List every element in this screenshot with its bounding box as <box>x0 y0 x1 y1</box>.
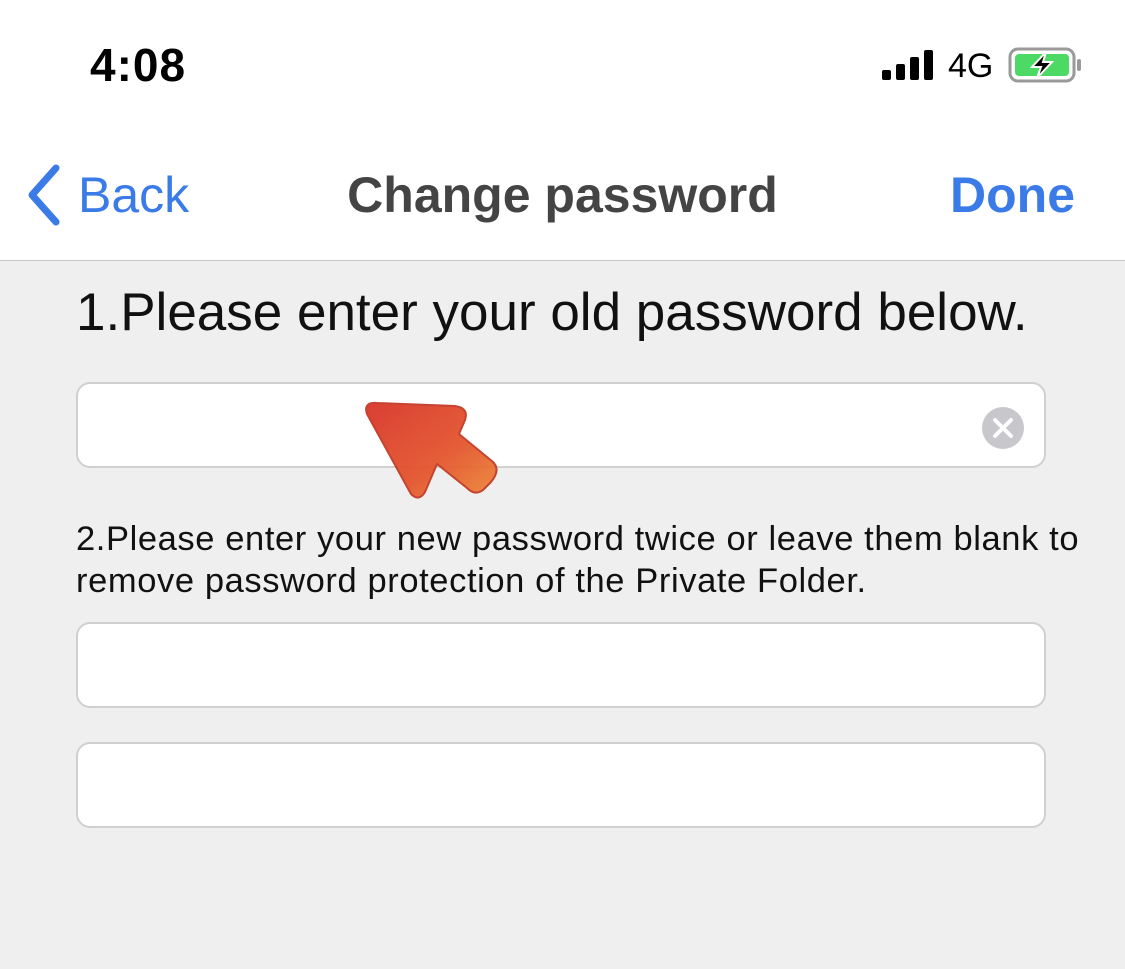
old-password-field-container <box>76 382 1046 468</box>
new-password-field[interactable] <box>78 624 1044 706</box>
old-password-field[interactable] <box>78 384 1044 466</box>
old-password-instruction: 1.Please enter your old password below. <box>76 283 1028 342</box>
status-bar: 4:08 4G <box>0 0 1125 130</box>
signal-icon <box>882 50 933 80</box>
confirm-password-field-container <box>76 742 1046 828</box>
confirm-password-field[interactable] <box>78 744 1044 826</box>
new-password-instruction: 2.Please enter your new password twice o… <box>76 520 1080 600</box>
navigation-bar: Back Change password Done <box>0 130 1125 261</box>
network-label: 4G <box>948 47 994 85</box>
clear-text-icon[interactable] <box>982 407 1024 449</box>
status-time: 4:08 <box>90 39 187 91</box>
battery-charging-icon <box>1008 47 1081 83</box>
new-password-field-container <box>76 622 1046 708</box>
done-button[interactable]: Done <box>950 166 1075 224</box>
